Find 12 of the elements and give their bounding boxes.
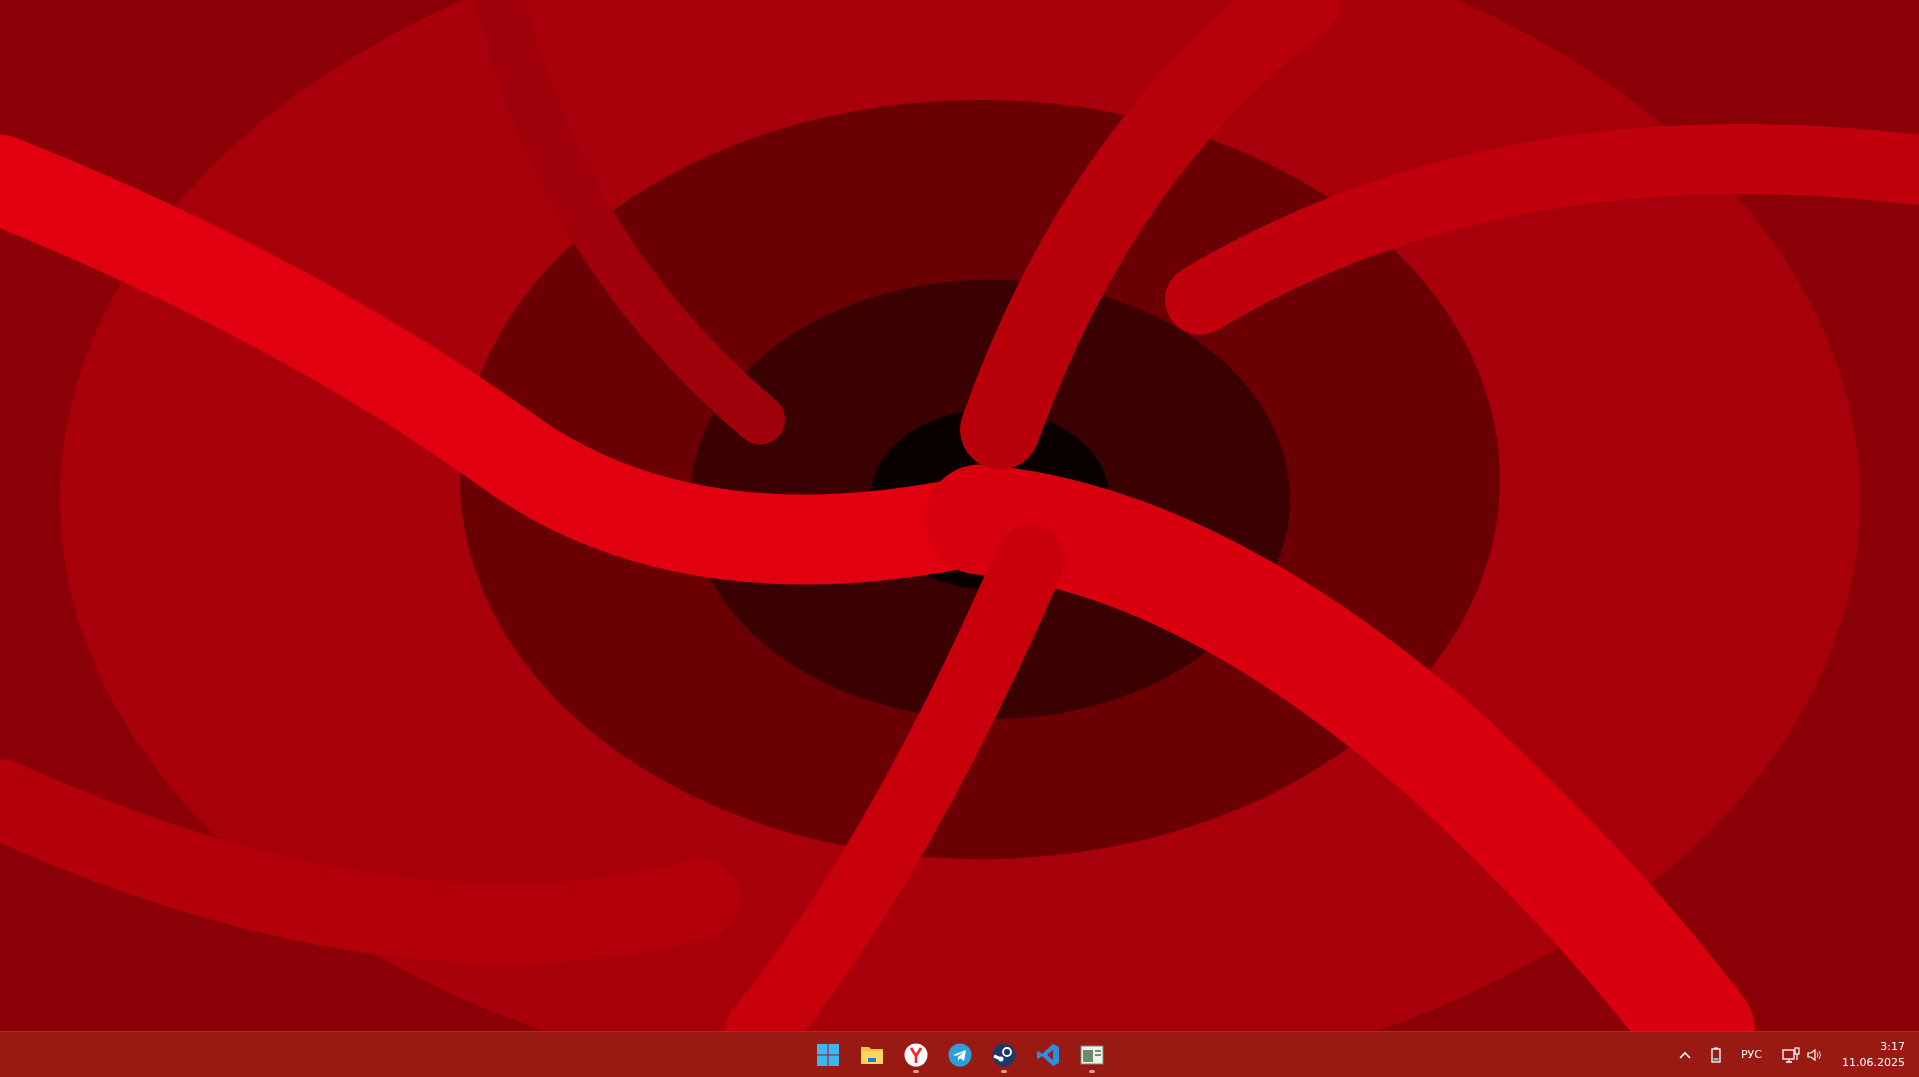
windows-logo-icon	[815, 1042, 840, 1067]
battery-icon	[1711, 1046, 1721, 1063]
volume-icon	[1806, 1046, 1822, 1063]
browser-logo-icon	[903, 1042, 928, 1067]
paper-plane-icon	[947, 1042, 972, 1067]
network-icon	[1782, 1046, 1800, 1063]
clock[interactable]: 3:17 11.06.2025	[1834, 1036, 1913, 1073]
game-launcher-icon	[991, 1042, 1016, 1067]
caret-up-icon	[1679, 1050, 1691, 1059]
language-indicator[interactable]: РУС	[1733, 1044, 1770, 1065]
code-editor-icon	[1035, 1042, 1060, 1067]
app-window-icon	[1079, 1042, 1104, 1067]
